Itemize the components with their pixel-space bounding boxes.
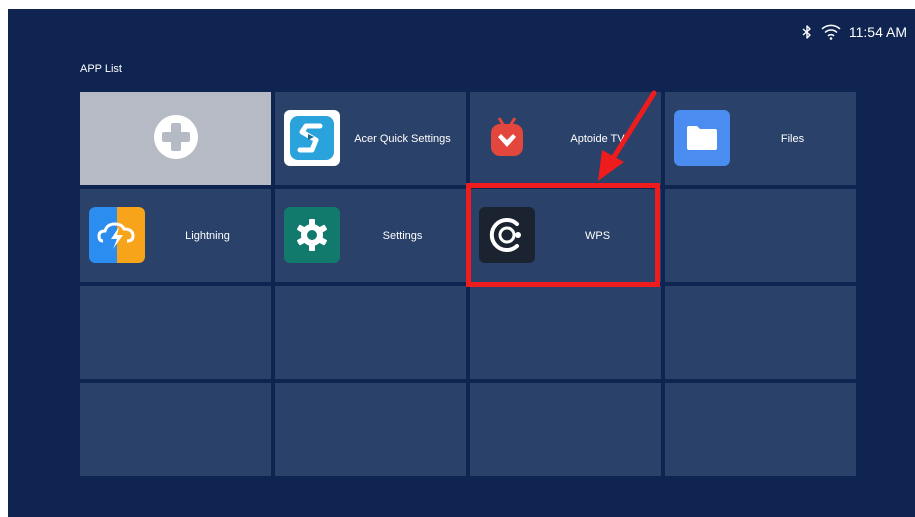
app-label: Lightning: [185, 229, 230, 242]
app-tile-acer-quick-settings[interactable]: Acer Quick Settings: [275, 92, 466, 185]
page-title: APP List: [80, 63, 122, 75]
empty-tile: [275, 383, 466, 476]
wifi-icon: [821, 24, 841, 40]
empty-tile: [80, 286, 271, 379]
app-tile-settings[interactable]: Settings: [275, 189, 466, 282]
add-icon: [152, 113, 200, 164]
app-label: Acer Quick Settings: [354, 132, 451, 145]
gear-icon: [284, 207, 340, 263]
app-label: WPS: [584, 229, 611, 242]
app-tile-wps[interactable]: WPS: [470, 189, 661, 282]
app-tile-lightning[interactable]: Lightning: [80, 189, 271, 282]
app-grid: Acer Quick Settings Aptoide TV Files Lig…: [80, 92, 856, 476]
empty-tile: [665, 286, 856, 379]
app-label: Settings: [382, 229, 423, 242]
empty-tile: [665, 383, 856, 476]
empty-tile: [470, 383, 661, 476]
acer-quick-settings-icon: [284, 110, 340, 166]
add-app-tile[interactable]: [80, 92, 271, 185]
clock: 11:54 AM: [848, 24, 907, 40]
aptoide-tv-icon: [479, 110, 535, 166]
wps-icon: [479, 207, 535, 263]
empty-tile: [470, 286, 661, 379]
empty-tile: [275, 286, 466, 379]
folder-icon: [674, 110, 730, 166]
app-tile-aptoide-tv[interactable]: Aptoide TV: [470, 92, 661, 185]
lightning-icon: [89, 207, 145, 263]
bluetooth-icon: [801, 25, 813, 39]
status-bar: 11:54 AM: [801, 21, 907, 43]
empty-tile: [80, 383, 271, 476]
app-tile-files[interactable]: Files: [665, 92, 856, 185]
app-label: Files: [780, 132, 805, 145]
empty-tile: [665, 189, 856, 282]
app-label: Aptoide TV: [570, 132, 625, 145]
